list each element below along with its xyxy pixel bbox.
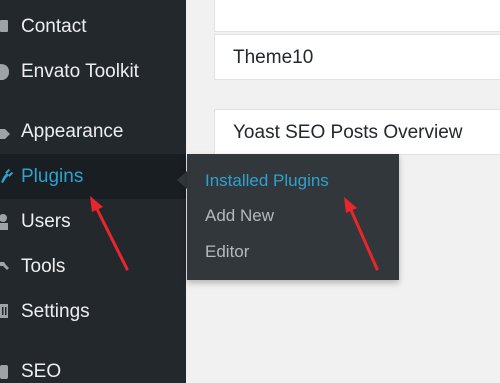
sidebar-item-envato-toolkit[interactable]: Envato Toolkit (0, 49, 186, 94)
sidebar-item-label: Users (21, 211, 71, 232)
sidebar-item-settings[interactable]: Settings (0, 289, 186, 334)
seo-icon (0, 359, 14, 383)
admin-sidebar: Contact Envato Toolkit Appearance Plugin… (0, 0, 186, 383)
wrench-icon (0, 254, 14, 278)
sliders-icon (0, 299, 14, 323)
sidebar-item-plugins[interactable]: Plugins (0, 154, 186, 199)
sidebar-item-label: SEO (21, 361, 62, 382)
envelope-icon (0, 14, 14, 38)
content-card (214, 0, 500, 32)
sidebar-item-tools[interactable]: Tools (0, 244, 186, 289)
submenu-item-editor[interactable]: Editor (205, 242, 249, 262)
card-title: Theme10 (233, 47, 314, 68)
sidebar-item-label: Tools (21, 256, 66, 277)
sidebar-item-label: Settings (21, 301, 90, 322)
card-title: Yoast SEO Posts Overview (233, 122, 463, 143)
sidebar-item-label: Envato Toolkit (21, 61, 139, 82)
sidebar-item-label: Plugins (21, 166, 84, 187)
paintbrush-icon (0, 119, 14, 143)
sidebar-item-seo[interactable]: SEO (0, 349, 186, 383)
sidebar-item-appearance[interactable]: Appearance (0, 109, 186, 154)
user-icon (0, 209, 14, 233)
sidebar-item-label: Appearance (21, 121, 124, 142)
leaf-icon (0, 59, 14, 83)
plug-icon (0, 164, 14, 188)
content-card-theme10[interactable]: Theme10 (214, 34, 500, 80)
submenu-item-add-new[interactable]: Add New (205, 206, 274, 226)
sidebar-item-label: Contact (21, 16, 87, 37)
sidebar-item-contact[interactable]: Contact (0, 4, 186, 49)
plugins-submenu: Installed Plugins Add New Editor (187, 154, 399, 280)
submenu-item-installed-plugins[interactable]: Installed Plugins (205, 171, 329, 191)
sidebar-item-users[interactable]: Users (0, 199, 186, 244)
submenu-pointer (177, 171, 187, 189)
content-card-yoast[interactable]: Yoast SEO Posts Overview (214, 109, 500, 155)
